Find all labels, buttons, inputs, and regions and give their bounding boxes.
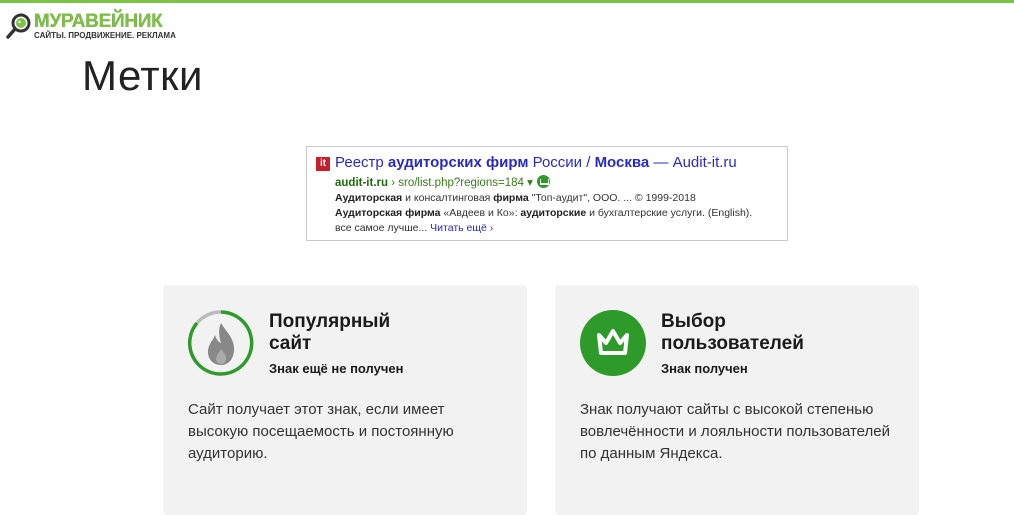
card-status: Знак ещё не получен	[269, 361, 404, 376]
snippet-line-text: все самое лучше...	[335, 222, 428, 234]
card-description: Знак получают сайты с высокой степенью в…	[580, 401, 890, 462]
card-status: Знак получен	[661, 361, 748, 376]
title-part: Реестр	[335, 154, 388, 171]
result-title-link[interactable]: Реестр аудиторских фирм России / Москва …	[335, 154, 737, 171]
company-logo: МУРАВЕЙНИК САЙТЫ. ПРОДВИЖЕНИЕ. РЕКЛАМА	[6, 10, 176, 42]
logo-tagline: САЙТЫ. ПРОДВИЖЕНИЕ. РЕКЛАМА	[34, 31, 176, 40]
card-heading-line: пользователей	[661, 333, 804, 354]
card-heading: Популярный сайт	[269, 311, 509, 355]
title-part: России /	[528, 154, 595, 171]
result-url[interactable]: audit-it.ru › sro/list.php?regions=184 ▾	[335, 175, 550, 189]
crown-badge-icon	[536, 175, 550, 188]
title-part: — Audit-it.ru	[649, 154, 737, 171]
snippet-line: Аудиторская и консалтинговая фирма "Топ-…	[335, 192, 696, 204]
favicon-icon: it	[316, 157, 330, 171]
top-accent-line	[0, 0, 1014, 3]
crown-icon	[580, 310, 646, 376]
snippet-line: Аудиторская фирма «Авдеев и Ко»: аудитор…	[335, 207, 753, 219]
search-result-snippet: it Реестр аудиторских фирм России / Моск…	[306, 146, 788, 241]
card-heading-line: сайт	[269, 333, 312, 354]
title-part-bold: аудиторских фирм	[387, 154, 529, 171]
title-part-bold: Москва	[594, 154, 650, 171]
url-path: › sro/list.php?regions=184 ▾	[388, 177, 533, 189]
read-more-link[interactable]: Читать ещё ›	[430, 222, 493, 234]
card-heading-line: Выбор	[661, 311, 726, 332]
flame-icon	[187, 310, 254, 376]
card-heading-line: Популярный	[269, 311, 391, 332]
logo-name: МУРАВЕЙНИК	[34, 11, 163, 32]
page-title: Метки	[82, 52, 203, 99]
card-description: Сайт получает этот знак, если имеет высо…	[188, 401, 454, 462]
snippet-line: все самое лучше... Читать ещё ›	[335, 222, 493, 234]
url-domain: audit-it.ru	[335, 177, 389, 189]
card-popular-site: Популярный сайт Знак ещё не получен Сайт…	[163, 285, 527, 515]
magnifier-ant-icon	[6, 13, 31, 39]
card-heading: Выбор пользователей	[661, 311, 901, 355]
card-users-choice: Выбор пользователей Знак получен Знак по…	[555, 285, 919, 515]
